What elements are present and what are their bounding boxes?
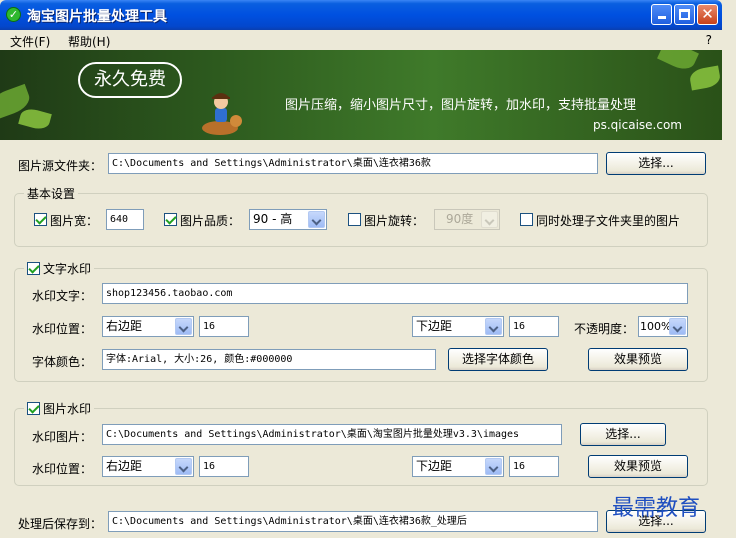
minimize-icon: [657, 16, 666, 19]
wm-text-label: 水印文字：: [32, 289, 93, 303]
chevron-down-icon: [308, 211, 325, 228]
output-folder-field[interactable]: C:\Documents and Settings\Administrator\…: [108, 511, 598, 532]
wm-image-field[interactable]: C:\Documents and Settings\Administrator\…: [102, 424, 562, 445]
quality-select[interactable]: 90 - 高: [249, 209, 327, 230]
source-folder-field[interactable]: C:\Documents and Settings\Administrator\…: [108, 153, 598, 174]
wm-image-label: 水印图片：: [32, 430, 93, 444]
width-checkbox[interactable]: [34, 213, 47, 226]
source-choose-button[interactable]: 选择...: [606, 152, 706, 175]
app-check-icon: ✓: [6, 7, 21, 22]
wm-v-offset-field[interactable]: 16: [509, 316, 559, 337]
rotate-checkbox[interactable]: [348, 213, 361, 226]
banner-tagline: 图片压缩，缩小图片尺寸，图片旋转，加水印，支持批量处理: [285, 98, 637, 113]
opacity-value: 100%: [640, 320, 672, 333]
img-wm-v-pos-value: 下边距: [416, 459, 453, 473]
opacity-label: 不透明度：: [574, 322, 635, 336]
chevron-down-icon: [485, 318, 502, 335]
wm-pos-label: 水印位置：: [32, 322, 93, 336]
opacity-select[interactable]: 100%: [638, 316, 688, 337]
help-question-icon[interactable]: ?: [706, 33, 712, 47]
quality-select-value: 90 - 高: [253, 212, 293, 226]
image-watermark-checkbox[interactable]: [27, 402, 40, 415]
text-wm-preview-button[interactable]: 效果预览: [588, 348, 688, 371]
quality-label: 图片品质：: [180, 214, 241, 228]
basic-settings-title: 基本设置: [24, 185, 79, 202]
font-color-label: 字体颜色：: [32, 355, 93, 369]
rotate-select-value: 90度: [446, 212, 474, 226]
text-watermark-title: 文字水印: [43, 262, 92, 276]
chevron-down-icon: [669, 318, 686, 335]
maximize-icon: [679, 9, 690, 20]
img-wm-v-pos-select[interactable]: 下边距: [412, 456, 504, 477]
app-window: ✓ 淘宝图片批量处理工具 ✕ 文件(F) 帮助(H) ? 永久免费 图片压缩，缩…: [0, 0, 736, 538]
subfolder-label: 同时处理子文件夹里的图片: [536, 214, 681, 228]
image-watermark-title-wrap: 图片水印: [24, 400, 95, 417]
wm-image-choose-button[interactable]: 选择...: [580, 423, 666, 446]
leaf-decoration: [688, 65, 722, 91]
img-wm-pos-label: 水印位置：: [32, 462, 93, 476]
text-watermark-title-wrap: 文字水印: [24, 260, 95, 277]
minimize-button[interactable]: [651, 4, 672, 25]
mascot-rider-icon: [202, 93, 242, 135]
source-folder-label: 图片源文件夹：: [18, 159, 103, 173]
leaf-decoration: [657, 50, 699, 74]
img-wm-h-offset-field[interactable]: 16: [199, 456, 249, 477]
choose-font-color-button[interactable]: 选择字体颜色: [448, 348, 548, 371]
chevron-down-icon: [175, 458, 192, 475]
wm-v-pos-select[interactable]: 下边距: [412, 316, 504, 337]
wm-h-pos-value: 右边距: [106, 319, 143, 333]
banner-url: ps.qicaise.com: [593, 118, 682, 132]
img-wm-h-pos-value: 右边距: [106, 459, 143, 473]
wm-h-offset-field[interactable]: 16: [199, 316, 249, 337]
width-field[interactable]: 640: [106, 209, 144, 230]
menu-file[interactable]: 文件(F): [10, 33, 50, 50]
font-color-field[interactable]: 字体:Arial, 大小:26, 颜色:#000000: [102, 349, 436, 370]
text-watermark-checkbox[interactable]: [27, 262, 40, 275]
menu-help[interactable]: 帮助(H): [68, 33, 110, 50]
wm-text-field[interactable]: shop123456.taobao.com: [102, 283, 688, 304]
title-bar: ✓ 淘宝图片批量处理工具 ✕: [0, 0, 722, 30]
wm-v-pos-value: 下边距: [416, 319, 453, 333]
img-wm-v-offset-field[interactable]: 16: [509, 456, 559, 477]
chevron-down-icon: [175, 318, 192, 335]
free-forever-badge: 永久免费: [78, 62, 182, 98]
close-icon: ✕: [701, 5, 714, 23]
subfolder-checkbox[interactable]: [520, 213, 533, 226]
output-folder-label: 处理后保存到：: [18, 517, 103, 531]
image-watermark-title: 图片水印: [43, 402, 92, 416]
wm-h-pos-select[interactable]: 右边距: [102, 316, 194, 337]
quality-checkbox[interactable]: [164, 213, 177, 226]
leaf-decoration: [18, 106, 52, 132]
img-wm-h-pos-select[interactable]: 右边距: [102, 456, 194, 477]
site-watermark: 最需教育: [612, 496, 701, 521]
chevron-down-icon: [485, 458, 502, 475]
close-button[interactable]: ✕: [697, 4, 718, 25]
promo-banner: 永久免费 图片压缩，缩小图片尺寸，图片旋转，加水印，支持批量处理 ps.qica…: [0, 50, 722, 140]
img-wm-preview-button[interactable]: 效果预览: [588, 455, 688, 478]
maximize-button[interactable]: [674, 4, 695, 25]
width-label: 图片宽：: [50, 214, 99, 228]
window-title: 淘宝图片批量处理工具: [27, 9, 167, 25]
rotate-label: 图片旋转：: [364, 214, 425, 228]
rotate-select: 90度: [434, 209, 500, 230]
menu-bar: 文件(F) 帮助(H) ?: [0, 30, 722, 50]
chevron-down-icon: [481, 211, 498, 228]
